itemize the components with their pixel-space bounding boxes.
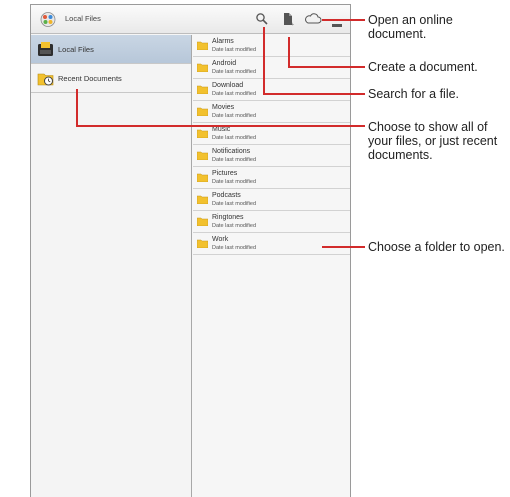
folder-date: Date last modified	[212, 91, 257, 97]
folder-icon	[197, 217, 208, 226]
leader-line-create-h	[288, 66, 365, 68]
sidebar-item-label: Local Files	[58, 45, 94, 54]
folder-name: Notifications	[212, 148, 251, 155]
sidebar-item-local-files[interactable]: Local Files	[31, 35, 191, 64]
folder-icon	[197, 129, 208, 138]
folder-date: Date last modified	[212, 69, 257, 75]
folder-date: Date last modified	[212, 179, 257, 185]
callout-open-online: Open an online document.	[368, 13, 453, 41]
folder-row-android[interactable]: Android Date last modified	[193, 57, 350, 79]
leader-line-folder	[322, 246, 365, 248]
folder-row-ringtones[interactable]: Ringtones Date last modified	[193, 211, 350, 233]
folder-date: Date last modified	[212, 157, 257, 163]
folder-icon	[197, 63, 208, 72]
folder-icon	[197, 107, 208, 116]
folder-icon	[197, 195, 208, 204]
sidebar-item-label: Recent Documents	[58, 74, 122, 83]
sidebar-item-recent-documents[interactable]: Recent Documents	[31, 64, 191, 93]
folder-name: Alarms	[212, 38, 234, 45]
folder-row-alarms[interactable]: Alarms Date last modified	[193, 35, 350, 57]
folder-row-work[interactable]: Work Date last modified	[193, 233, 350, 255]
folder-date: Date last modified	[212, 201, 257, 207]
app-title: Local Files	[65, 14, 101, 23]
folder-date: Date last modified	[212, 47, 257, 53]
leader-line-online	[322, 19, 365, 21]
folder-row-movies[interactable]: Movies Date last modified	[193, 101, 350, 123]
folder-name: Podcasts	[212, 192, 241, 199]
overflow-menu-icon[interactable]	[332, 24, 342, 27]
recent-documents-icon	[37, 73, 54, 86]
leader-line-choose	[76, 89, 78, 126]
folder-icon	[197, 239, 208, 248]
folder-icon	[197, 41, 208, 50]
callout-create-document: Create a document.	[368, 60, 478, 74]
folder-date: Date last modified	[212, 245, 257, 251]
new-document-icon[interactable]: +	[281, 12, 295, 26]
folder-row-pictures[interactable]: Pictures Date last modified	[193, 167, 350, 189]
action-bar: Local Files +	[31, 5, 350, 34]
callout-choose-folder: Choose a folder to open.	[368, 240, 505, 254]
svg-text:+: +	[291, 22, 294, 27]
folder-row-podcasts[interactable]: Podcasts Date last modified	[193, 189, 350, 211]
folder-name: Work	[212, 236, 229, 243]
leader-line-choose-h	[76, 125, 365, 127]
search-icon[interactable]	[255, 12, 269, 26]
folder-name: Music	[212, 126, 231, 133]
cloud-icon[interactable]	[304, 12, 322, 26]
leader-line-search	[263, 27, 265, 94]
callout-choose-view: Choose to show all of your files, or jus…	[368, 120, 498, 162]
folder-name: Android	[212, 60, 237, 67]
leader-line-create	[288, 37, 290, 67]
folder-icon	[197, 173, 208, 182]
folder-name: Movies	[212, 104, 235, 111]
folder-date: Date last modified	[212, 223, 257, 229]
folder-date: Date last modified	[212, 135, 257, 141]
callout-search-file: Search for a file.	[368, 87, 460, 101]
app-screen: Local Files + Local Files Recent Documen…	[30, 4, 351, 497]
folder-icon	[197, 151, 208, 160]
leader-line-search-h	[263, 93, 365, 95]
folder-name: Download	[212, 82, 244, 89]
folder-date: Date last modified	[212, 113, 257, 119]
app-logo-icon	[40, 12, 56, 27]
folder-name: Ringtones	[212, 214, 244, 221]
folder-icon	[197, 85, 208, 94]
folder-list: Alarms Date last modified Android Date l…	[193, 35, 350, 497]
folder-row-download[interactable]: Download Date last modified	[193, 79, 350, 101]
sidebar: Local Files Recent Documents	[31, 35, 192, 497]
folder-row-notifications[interactable]: Notifications Date last modified	[193, 145, 350, 167]
folder-name: Pictures	[212, 170, 238, 177]
folder-device-icon	[38, 42, 53, 56]
